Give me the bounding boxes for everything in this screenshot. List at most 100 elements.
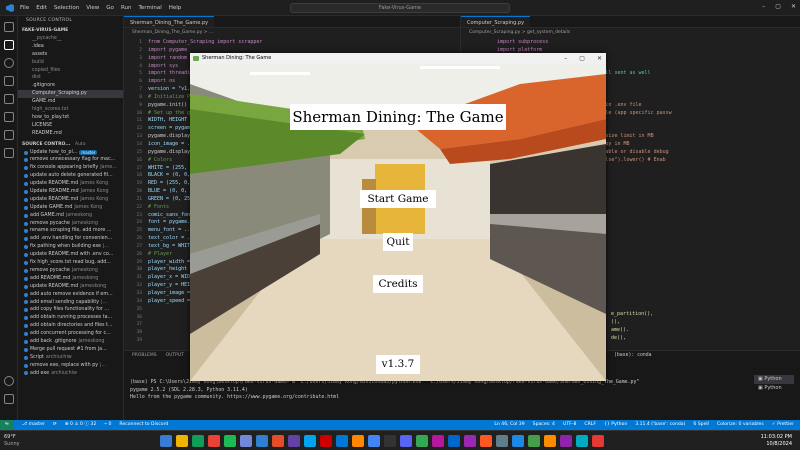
- commit-item[interactable]: Merge pull request #1 from ja...: [18, 346, 123, 354]
- commit-item[interactable]: Update README.md James Kong: [18, 188, 123, 196]
- taskbar-app-icon[interactable]: [496, 435, 508, 447]
- file-tree-item[interactable]: .gitignore: [18, 82, 123, 90]
- game-minimize-button[interactable]: –: [564, 53, 567, 64]
- start-game-button[interactable]: Start Game: [360, 190, 436, 208]
- taskbar-app-icon[interactable]: [432, 435, 444, 447]
- code-line[interactable]: e_partition(),: [611, 311, 791, 319]
- taskbar-app-icon[interactable]: [592, 435, 604, 447]
- run-debug-icon[interactable]: [4, 76, 14, 86]
- manage-gear-icon[interactable]: [4, 394, 14, 404]
- code-line[interactable]: ame().: [611, 327, 791, 335]
- commit-item[interactable]: update README.md James Kong: [18, 180, 123, 188]
- file-tree-item[interactable]: high_scores.txt: [18, 106, 123, 114]
- taskbar-app-icon[interactable]: [560, 435, 572, 447]
- explorer-icon[interactable]: [4, 22, 14, 32]
- file-tree-item[interactable]: Computer_Scraping.py: [18, 90, 123, 99]
- prettier-status[interactable]: ✓ Prettier: [772, 420, 794, 430]
- taskbar-app-icon[interactable]: [288, 435, 300, 447]
- commit-item[interactable]: add obtain running processes ta...: [18, 314, 123, 322]
- language-mode[interactable]: {} Python: [604, 420, 627, 430]
- taskbar-app-icon[interactable]: [512, 435, 524, 447]
- commit-item[interactable]: Script archiuchiw: [18, 354, 123, 362]
- commit-item[interactable]: add email sending capability j...: [18, 299, 123, 307]
- sync-icon[interactable]: ⟳: [53, 420, 57, 430]
- cursor-position[interactable]: Ln 46, Col 39: [494, 420, 524, 430]
- commit-item[interactable]: remove unnecessary flag for mac...: [18, 156, 123, 164]
- taskbar-app-icon[interactable]: [528, 435, 540, 447]
- taskbar-app-icon[interactable]: [336, 435, 348, 447]
- taskbar-app-icon[interactable]: [320, 435, 332, 447]
- menu-item-go[interactable]: Go: [106, 5, 114, 11]
- commit-item[interactable]: add copy files functionality for ...: [18, 306, 123, 314]
- ports-status[interactable]: ⌁ 0: [104, 420, 111, 430]
- commit-item[interactable]: Update GAME.md James Kong: [18, 204, 123, 212]
- source-control-icon[interactable]: [4, 40, 14, 50]
- file-tree-item[interactable]: copied_files: [18, 67, 123, 75]
- commit-item[interactable]: add auto remove evidence if em...: [18, 291, 123, 299]
- commit-item[interactable]: add concurrent processing for c...: [18, 330, 123, 338]
- commit-item[interactable]: update README.md jameskong: [18, 283, 123, 291]
- branch-status[interactable]: ⎇ master: [22, 420, 45, 430]
- gitlens-icon[interactable]: [4, 148, 14, 158]
- taskbar-app-icon[interactable]: [480, 435, 492, 447]
- command-center-search[interactable]: Fake-Virus-Game: [290, 3, 510, 13]
- file-tree-item[interactable]: assets: [18, 51, 123, 59]
- commit-item[interactable]: add exe archiuchiw: [18, 370, 123, 378]
- encoding[interactable]: UTF-8: [563, 420, 576, 430]
- interpreter[interactable]: 3.11.4 ('base': conda): [635, 420, 685, 430]
- commit-item[interactable]: add .env handling for convenien...: [18, 235, 123, 243]
- taskbar-app-icon[interactable]: [192, 435, 204, 447]
- taskbar-app-icon[interactable]: [544, 435, 556, 447]
- commit-item[interactable]: update auto delete generated fil...: [18, 172, 123, 180]
- taskbar-app-icon[interactable]: [240, 435, 252, 447]
- taskbar-app-icon[interactable]: [176, 435, 188, 447]
- commit-item[interactable]: Update how_to_pl... master: [18, 149, 123, 157]
- file-tree-item[interactable]: GAME.md: [18, 98, 123, 106]
- file-tree-item[interactable]: dist: [18, 74, 123, 82]
- tab-computer-scraping[interactable]: Computer_Scraping.py: [461, 16, 531, 27]
- problems-status[interactable]: ⊗ 0 ⚠ 0 ⓘ 32: [65, 420, 97, 430]
- discord-status[interactable]: Reconnect to Discord: [119, 420, 168, 430]
- file-tree-item[interactable]: build: [18, 59, 123, 67]
- explorer-section-title[interactable]: FAKE-VIRUS-GAME: [18, 26, 123, 35]
- testing-icon[interactable]: [4, 130, 14, 140]
- indentation[interactable]: Spaces: 4: [533, 420, 555, 430]
- colorize-status[interactable]: Colorize: 0 variables: [717, 420, 764, 430]
- commit-item[interactable]: remove pycache jameskong: [18, 267, 123, 275]
- code-line[interactable]: from Computer_Scraping import scrapper: [148, 39, 458, 47]
- taskbar-app-icon[interactable]: [208, 435, 220, 447]
- taskbar-app-icon[interactable]: [256, 435, 268, 447]
- tab-problems[interactable]: PROBLEMS: [132, 351, 157, 361]
- commit-item[interactable]: fix console appearing briefly Jame...: [18, 164, 123, 172]
- taskbar-app-icon[interactable]: [464, 435, 476, 447]
- commit-item[interactable]: fix pathing when building exe j...: [18, 243, 123, 251]
- menu-item-view[interactable]: View: [86, 5, 99, 11]
- commit-item[interactable]: add obtain directories and files t...: [18, 322, 123, 330]
- commit-item[interactable]: add GAME.md jameskong: [18, 212, 123, 220]
- commit-item[interactable]: fix high_score.txt read bug, add...: [18, 259, 123, 267]
- remote-indicator[interactable]: ⇋: [0, 420, 14, 430]
- commit-item[interactable]: rename scraping file, add more ...: [18, 227, 123, 235]
- game-close-button[interactable]: ✕: [597, 53, 602, 64]
- commit-item[interactable]: update README.md James Kong: [18, 196, 123, 204]
- eol[interactable]: CRLF: [584, 420, 596, 430]
- taskbar-app-icon[interactable]: [416, 435, 428, 447]
- file-tree-item[interactable]: __pycache__: [18, 35, 123, 43]
- source-control-section-title[interactable]: SOURCE CONTRO... Auto: [18, 140, 123, 149]
- tab-output[interactable]: OUTPUT: [166, 351, 184, 361]
- taskbar-app-icon[interactable]: [448, 435, 460, 447]
- menu-item-file[interactable]: File: [20, 5, 29, 11]
- taskbar-app-icon[interactable]: [368, 435, 380, 447]
- commit-item[interactable]: remove exe, replace with py j...: [18, 362, 123, 370]
- code-line[interactable]: de(),: [611, 335, 791, 343]
- close-button[interactable]: ✕: [791, 3, 796, 10]
- menu-item-terminal[interactable]: Terminal: [138, 5, 161, 11]
- commit-item[interactable]: add back .gitignore jameskong: [18, 338, 123, 346]
- weather-widget[interactable]: 69°F Sunny: [4, 434, 20, 448]
- taskbar-app-icon[interactable]: [384, 435, 396, 447]
- account-icon[interactable]: [4, 376, 14, 386]
- file-tree-item[interactable]: how_to_play.txt: [18, 114, 123, 122]
- commit-item[interactable]: remove pycache jameskong: [18, 220, 123, 228]
- taskbar-app-icon[interactable]: [160, 435, 172, 447]
- taskbar-app-icon[interactable]: [352, 435, 364, 447]
